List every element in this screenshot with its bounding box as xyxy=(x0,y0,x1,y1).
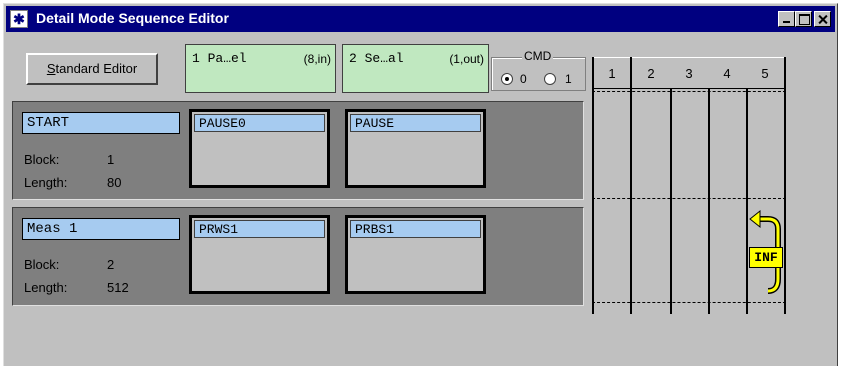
channel-column[interactable]: 3 xyxy=(670,57,710,314)
row-divider xyxy=(592,302,786,303)
cmd-radio-0-label: 0 xyxy=(520,72,527,86)
pattern-slot[interactable]: PAUSE xyxy=(345,109,486,188)
block-label: Block: xyxy=(24,257,60,272)
maximize-button[interactable] xyxy=(795,11,812,27)
sequence-info: (8,in) xyxy=(303,52,331,66)
sequence-block-meas-1[interactable]: Meas 1 Block: 2 Length: 512 PRWS1 PRBS1 xyxy=(12,207,584,306)
block-value: 2 xyxy=(107,257,115,272)
row-divider xyxy=(592,198,786,199)
cmd-radio-1[interactable] xyxy=(544,73,556,85)
block-length-row: Length: 512 xyxy=(24,280,129,295)
sequence-info: (1,out) xyxy=(449,52,484,66)
block-title[interactable]: START xyxy=(22,112,180,134)
cmd-radio-0[interactable] xyxy=(501,73,513,85)
cmd-radio-1-label: 1 xyxy=(565,72,572,86)
block-number-row: Block: 1 xyxy=(24,152,114,167)
pattern-slot[interactable]: PAUSE0 xyxy=(189,109,330,188)
channel-header[interactable]: 3 xyxy=(670,57,708,89)
length-value: 80 xyxy=(107,175,122,190)
channel-column[interactable]: 1 xyxy=(592,57,632,314)
standard-editor-mnemonic: S xyxy=(46,61,56,76)
channel-column[interactable]: 4 xyxy=(708,57,748,314)
sequence-tab-1[interactable]: 1 Pa…el (8,in) xyxy=(185,44,336,93)
pattern-label: PAUSE xyxy=(350,114,481,132)
channel-header[interactable]: 2 xyxy=(632,57,670,89)
minimize-button[interactable] xyxy=(778,11,795,27)
pattern-slot[interactable]: PRBS1 xyxy=(345,215,486,294)
app-icon[interactable]: ✱ xyxy=(10,10,28,28)
window-title: Detail Mode Sequence Editor xyxy=(36,10,229,26)
standard-editor-button[interactable]: Standard Editor xyxy=(26,53,158,85)
close-button[interactable] xyxy=(814,11,831,27)
pattern-label: PRWS1 xyxy=(194,220,325,238)
block-number-row: Block: 2 xyxy=(24,257,114,272)
sequence-block-start[interactable]: START Block: 1 Length: 80 PAUSE0 PAUSE xyxy=(12,101,584,200)
length-label: Length: xyxy=(24,175,68,190)
block-length-row: Length: 80 xyxy=(24,175,121,190)
length-label: Length: xyxy=(24,280,68,295)
infinite-loop-badge[interactable]: INF xyxy=(749,247,783,268)
pattern-label: PAUSE0 xyxy=(194,114,325,132)
block-title[interactable]: Meas 1 xyxy=(22,218,180,240)
channel-header[interactable]: 5 xyxy=(746,57,784,89)
block-label: Block: xyxy=(24,152,60,167)
pattern-slot[interactable]: PRWS1 xyxy=(189,215,330,294)
cmd-legend: CMD xyxy=(522,49,554,63)
sequence-name: 1 Pa…el xyxy=(192,51,247,66)
sequence-tab-2[interactable]: 2 Se…al (1,out) xyxy=(342,44,489,93)
pattern-label: PRBS1 xyxy=(350,220,481,238)
channel-header[interactable]: 1 xyxy=(594,57,630,89)
sequence-name: 2 Se…al xyxy=(349,51,404,66)
channel-header[interactable]: 4 xyxy=(708,57,746,89)
standard-editor-label: tandard Editor xyxy=(55,61,138,76)
channel-column[interactable]: 2 xyxy=(632,57,672,314)
row-divider xyxy=(592,91,786,92)
cmd-radio-group: CMD 0 1 xyxy=(491,49,586,91)
block-value: 1 xyxy=(107,152,115,167)
length-value: 512 xyxy=(107,280,129,295)
title-bar[interactable]: ✱ Detail Mode Sequence Editor xyxy=(6,6,835,32)
